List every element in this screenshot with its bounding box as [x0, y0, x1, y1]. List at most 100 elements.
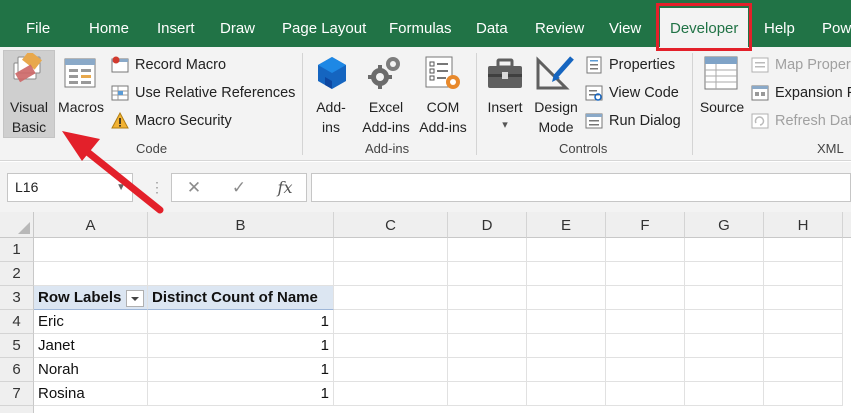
insert-dropdown-chevron-icon[interactable]: ▾: [482, 115, 528, 135]
name-box-dropdown-icon[interactable]: ▼: [116, 174, 126, 201]
tab-formulas[interactable]: Formulas: [389, 0, 452, 47]
column-header-g[interactable]: G: [685, 212, 764, 238]
pivot-row-value[interactable]: 1: [148, 310, 334, 334]
cell[interactable]: [448, 334, 527, 358]
cell[interactable]: [34, 262, 148, 286]
cell[interactable]: [685, 310, 764, 334]
cell[interactable]: [334, 382, 448, 406]
cell[interactable]: [34, 238, 148, 262]
tab-help[interactable]: Help: [764, 0, 795, 47]
insert-controls-toolbox-icon[interactable]: [486, 56, 524, 90]
pivot-row-labels-header[interactable]: Row Labels: [34, 286, 148, 310]
column-header-f[interactable]: F: [606, 212, 685, 238]
pivot-row-label[interactable]: Rosina: [34, 382, 148, 406]
pivot-row-label[interactable]: Janet: [34, 334, 148, 358]
tab-data[interactable]: Data: [476, 0, 508, 47]
cell[interactable]: [334, 358, 448, 382]
cell[interactable]: [148, 262, 334, 286]
row-header-2[interactable]: 2: [0, 262, 34, 286]
cell[interactable]: [685, 334, 764, 358]
xml-source-icon[interactable]: [704, 56, 740, 92]
row-header-1[interactable]: 1: [0, 238, 34, 262]
cell[interactable]: [527, 262, 606, 286]
row-header-8[interactable]: [0, 406, 34, 413]
cell[interactable]: [606, 262, 685, 286]
tab-review[interactable]: Review: [535, 0, 584, 47]
tab-insert[interactable]: Insert: [157, 0, 195, 47]
cell[interactable]: [764, 286, 843, 310]
design-mode-icon[interactable]: [536, 54, 576, 92]
cell[interactable]: [334, 286, 448, 310]
macros-icon[interactable]: [64, 57, 98, 91]
cell[interactable]: [334, 262, 448, 286]
macros-button[interactable]: Macros: [56, 97, 106, 117]
tab-view[interactable]: View: [609, 0, 641, 47]
cell[interactable]: [527, 358, 606, 382]
cell[interactable]: [685, 358, 764, 382]
formula-input[interactable]: [311, 173, 851, 202]
cell[interactable]: [448, 286, 527, 310]
cell[interactable]: [606, 238, 685, 262]
cell[interactable]: [527, 334, 606, 358]
cell[interactable]: [764, 358, 843, 382]
cell[interactable]: [606, 358, 685, 382]
tab-file[interactable]: File: [26, 0, 50, 47]
cell[interactable]: [606, 310, 685, 334]
cancel-formula-icon[interactable]: ✕: [180, 174, 208, 201]
row-header-6[interactable]: 6: [0, 358, 34, 382]
row-header-4[interactable]: 4: [0, 310, 34, 334]
cell[interactable]: [606, 334, 685, 358]
cell[interactable]: [527, 238, 606, 262]
row-header-3[interactable]: 3: [0, 286, 34, 310]
cell[interactable]: [685, 262, 764, 286]
tab-home[interactable]: Home: [89, 0, 129, 47]
pivot-row-label[interactable]: Eric: [34, 310, 148, 334]
insert-control-label[interactable]: Insert: [482, 97, 528, 117]
column-header-i[interactable]: [843, 212, 851, 238]
select-all-corner[interactable]: [0, 212, 34, 238]
cell[interactable]: [448, 238, 527, 262]
column-header-b[interactable]: B: [148, 212, 334, 238]
tab-draw[interactable]: Draw: [220, 0, 255, 47]
pivot-value-header[interactable]: Distinct Count of Name: [148, 286, 334, 310]
cell[interactable]: [448, 358, 527, 382]
pivot-row-value[interactable]: 1: [148, 334, 334, 358]
column-header-h[interactable]: H: [764, 212, 843, 238]
cell[interactable]: [148, 238, 334, 262]
cell[interactable]: [764, 382, 843, 406]
cell[interactable]: [334, 238, 448, 262]
add-ins-icon[interactable]: [315, 55, 349, 91]
cell[interactable]: [764, 262, 843, 286]
pivot-row-value[interactable]: 1: [148, 382, 334, 406]
cell[interactable]: [448, 262, 527, 286]
tab-page-layout[interactable]: Page Layout: [282, 0, 366, 47]
row-header-7[interactable]: 7: [0, 382, 34, 406]
cell[interactable]: [764, 334, 843, 358]
name-box[interactable]: L16 ▼: [7, 173, 133, 202]
cell[interactable]: [606, 286, 685, 310]
insert-function-icon[interactable]: fx: [271, 174, 299, 201]
cell[interactable]: [685, 382, 764, 406]
column-header-d[interactable]: D: [448, 212, 527, 238]
cell[interactable]: [685, 238, 764, 262]
com-add-ins-icon[interactable]: [424, 55, 462, 93]
enter-formula-icon[interactable]: ✓: [225, 174, 253, 201]
cell[interactable]: [334, 310, 448, 334]
cell[interactable]: [448, 382, 527, 406]
cell[interactable]: [334, 334, 448, 358]
excel-add-ins-gear-icon[interactable]: [368, 55, 402, 91]
cell[interactable]: [685, 286, 764, 310]
column-header-c[interactable]: C: [334, 212, 448, 238]
formula-bar-grip-icon[interactable]: ⋮: [150, 179, 164, 196]
cell[interactable]: [606, 382, 685, 406]
cell[interactable]: [448, 310, 527, 334]
tab-power[interactable]: Pow: [822, 0, 851, 47]
source-button[interactable]: Source: [697, 97, 747, 117]
column-header-a[interactable]: A: [34, 212, 148, 238]
cell[interactable]: [527, 310, 606, 334]
pivot-filter-dropdown-icon[interactable]: [126, 290, 144, 307]
pivot-row-label[interactable]: Norah: [34, 358, 148, 382]
row-header-5[interactable]: 5: [0, 334, 34, 358]
pivot-row-value[interactable]: 1: [148, 358, 334, 382]
column-header-e[interactable]: E: [527, 212, 606, 238]
